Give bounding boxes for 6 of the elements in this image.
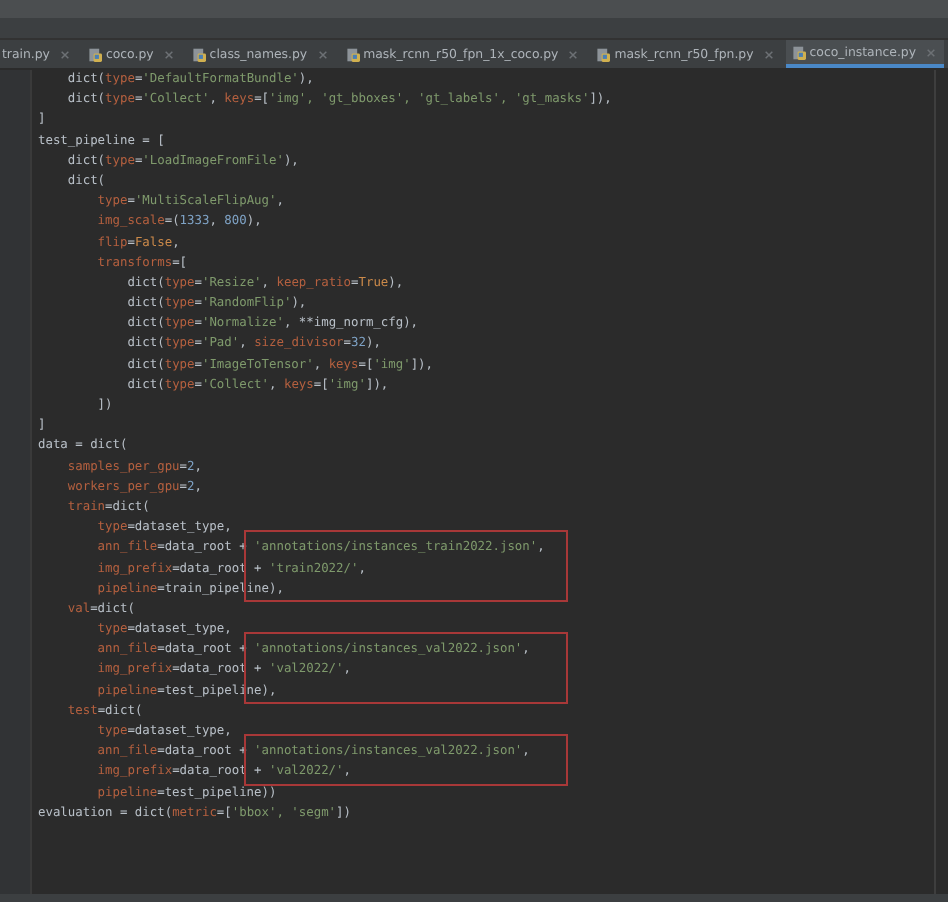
- close-icon[interactable]: [926, 47, 937, 57]
- close-icon[interactable]: [317, 49, 328, 59]
- close-icon[interactable]: [163, 49, 174, 59]
- close-icon[interactable]: [763, 49, 774, 59]
- close-icon[interactable]: [568, 49, 579, 59]
- close-icon[interactable]: [59, 49, 70, 59]
